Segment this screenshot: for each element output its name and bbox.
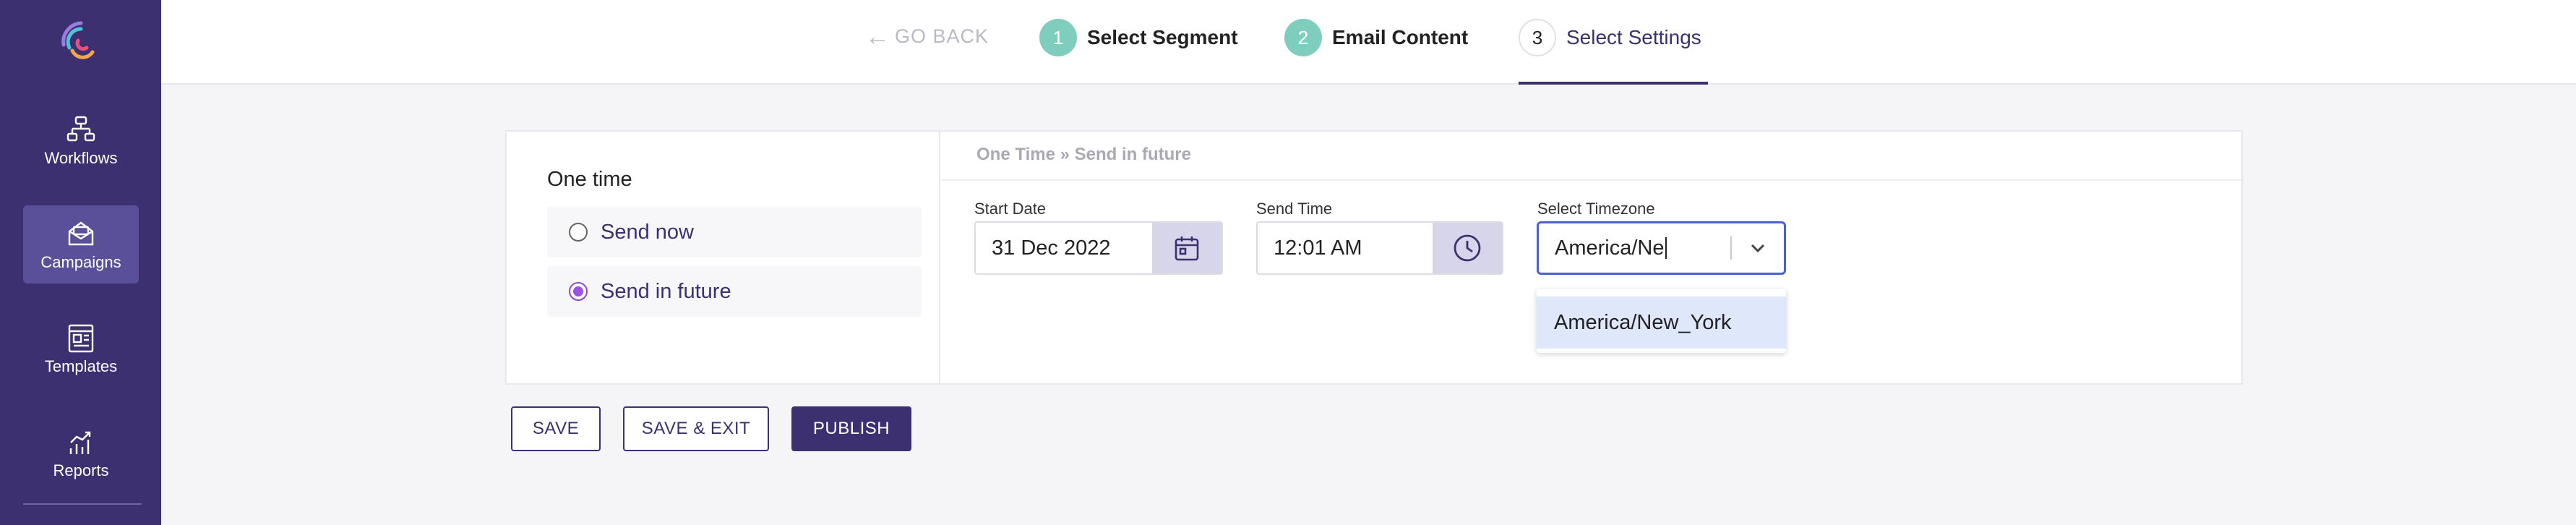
chart-icon — [69, 431, 91, 454]
envelope-icon — [68, 221, 94, 246]
active-step-indicator — [1519, 82, 1708, 85]
radio-send-in-future[interactable] — [569, 282, 588, 301]
go-back-label: GO BACK — [895, 25, 989, 47]
section-title: One time — [547, 168, 632, 191]
step-select-settings[interactable]: 3 Select Settings — [1519, 19, 1701, 56]
dropdown-toggle[interactable] — [1732, 223, 1784, 273]
start-date-field[interactable]: 31 Dec 2022 — [974, 221, 1223, 275]
chevron-down-icon — [1751, 244, 1765, 253]
clock-button[interactable] — [1433, 223, 1502, 273]
divider — [942, 179, 2241, 181]
publish-button[interactable]: PUBLISH — [791, 406, 911, 451]
timezone-input[interactable]: America/Ne — [1539, 223, 1730, 273]
send-time-label: Send Time — [1256, 200, 1333, 218]
go-back-link[interactable]: ← GO BACK — [865, 23, 989, 51]
step-number: 2 — [1284, 19, 1322, 56]
radio-send-now[interactable] — [569, 223, 588, 242]
text-cursor — [1665, 237, 1667, 259]
option-label: Send now — [601, 220, 694, 244]
timezone-select[interactable]: America/Ne — [1537, 221, 1786, 275]
start-date-value[interactable]: 31 Dec 2022 — [976, 223, 1152, 273]
calendar-icon — [1175, 236, 1199, 261]
calendar-button[interactable] — [1152, 223, 1222, 273]
step-number: 3 — [1519, 19, 1556, 56]
sidebar-item-reports[interactable]: Reports — [23, 414, 139, 492]
option-label: Send in future — [601, 279, 731, 303]
sidebar-item-workflows[interactable]: Workflows — [23, 101, 139, 179]
app-logo-icon[interactable] — [58, 19, 104, 65]
step-label: Select Segment — [1087, 26, 1238, 48]
timezone-input-value: America/Ne — [1555, 236, 1665, 260]
sidebar-item-label: Campaigns — [40, 253, 121, 271]
step-number: 1 — [1039, 19, 1077, 56]
save-button[interactable]: SAVE — [511, 406, 601, 451]
step-label: Select Settings — [1566, 26, 1701, 48]
send-now-option[interactable]: Send now — [547, 207, 922, 257]
clock-icon — [1454, 234, 1481, 262]
step-email-content[interactable]: 2 Email Content — [1284, 19, 1468, 56]
timezone-option[interactable]: America/New_York — [1537, 296, 1786, 349]
send-in-future-option[interactable]: Send in future — [547, 266, 922, 317]
send-time-value[interactable]: 12:01 AM — [1258, 223, 1433, 273]
start-date-label: Start Date — [974, 200, 1047, 218]
timezone-label: Select Timezone — [1537, 200, 1655, 218]
sidebar: Workflows Campaigns Templates Reports — [0, 0, 161, 525]
sidebar-divider — [23, 503, 142, 505]
sidebar-item-label: Templates — [44, 357, 118, 375]
breadcrumb: One Time » Send in future — [976, 145, 1191, 164]
arrow-left-icon: ← — [865, 23, 890, 51]
send-type-pane: One time Send now Send in future — [507, 132, 940, 383]
step-label: Email Content — [1332, 26, 1469, 48]
timezone-dropdown-menu: America/New_York — [1537, 289, 1786, 353]
workflow-icon — [66, 116, 95, 142]
step-select-segment[interactable]: 1 Select Segment — [1039, 19, 1238, 56]
sidebar-item-label: Workflows — [44, 149, 118, 167]
sidebar-item-campaigns[interactable]: Campaigns — [23, 205, 139, 283]
template-icon — [68, 324, 94, 353]
sidebar-item-templates[interactable]: Templates — [23, 310, 139, 388]
send-time-field[interactable]: 12:01 AM — [1256, 221, 1503, 275]
save-exit-button[interactable]: SAVE & EXIT — [623, 406, 769, 451]
sidebar-item-label: Reports — [53, 461, 109, 479]
